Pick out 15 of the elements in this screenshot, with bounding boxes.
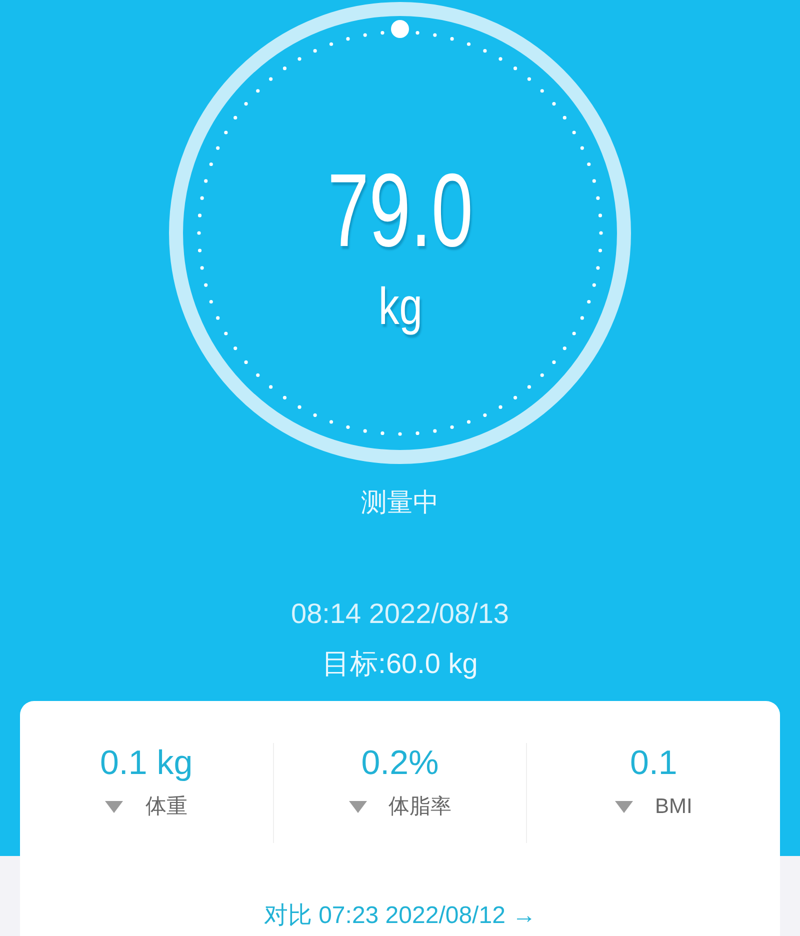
stat-label: BMI bbox=[655, 794, 692, 820]
compare-link[interactable]: 对比 07:23 2022/08/12 → bbox=[264, 901, 536, 931]
stat-value: 0.1 kg bbox=[100, 743, 193, 783]
weight-unit: kg bbox=[378, 277, 422, 337]
stat-value: 0.2% bbox=[361, 743, 439, 783]
measurement-time: 08:14 2022/08/13 bbox=[291, 597, 509, 631]
weight-value: 79.0 bbox=[327, 152, 473, 271]
down-triangle-icon bbox=[348, 801, 366, 813]
down-triangle-icon bbox=[105, 801, 124, 813]
down-triangle-icon bbox=[615, 801, 633, 813]
stat-value: 0.1 bbox=[630, 743, 678, 783]
measuring-status: 测量中 bbox=[361, 486, 439, 519]
stat-label: 体脂率 bbox=[388, 794, 452, 820]
target-weight: 目标:60.0 kg bbox=[322, 647, 478, 681]
stat-label: 体重 bbox=[145, 794, 188, 820]
